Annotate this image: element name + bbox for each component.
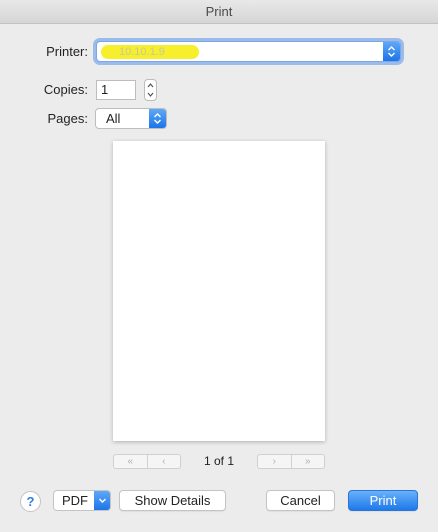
double-chevron-right-icon: » [304, 456, 311, 467]
cancel-button[interactable]: Cancel [266, 490, 335, 511]
printer-label: Printer: [46, 44, 88, 59]
window-title-bar: Print [0, 0, 438, 24]
copies-label: Copies: [43, 82, 88, 97]
pages-select[interactable]: All [95, 108, 167, 129]
up-down-chevron-icon [154, 113, 161, 124]
question-mark-icon: ? [26, 494, 35, 509]
copies-input[interactable]: 1 [96, 80, 136, 100]
preview-nav-forward-group: › » [257, 454, 325, 469]
pages-select-arrows[interactable] [149, 109, 166, 128]
pdf-menu-button[interactable]: PDF [53, 490, 111, 511]
last-page-button[interactable]: » [290, 455, 325, 468]
show-details-button[interactable]: Show Details [119, 490, 226, 511]
stepper-arrows-icon [147, 83, 154, 97]
pdf-label: PDF [62, 493, 88, 508]
print-button[interactable]: Print [348, 490, 418, 511]
pages-label: Pages: [47, 111, 88, 126]
print-preview-page [113, 141, 325, 441]
chevron-down-icon [98, 498, 106, 503]
printer-select-arrows[interactable] [383, 42, 400, 61]
help-button[interactable]: ? [20, 491, 41, 512]
pages-value: All [106, 111, 121, 126]
first-page-button[interactable]: « [114, 455, 147, 468]
page-indicator: 1 of 1 [203, 454, 235, 468]
chevron-left-icon: ‹ [162, 456, 166, 467]
previous-page-button[interactable]: ‹ [146, 455, 181, 468]
pdf-dropdown-arrow[interactable] [94, 491, 110, 510]
copies-stepper[interactable] [144, 79, 157, 101]
chevron-right-icon: › [272, 456, 276, 467]
next-page-button[interactable]: › [258, 455, 291, 468]
preview-nav-back-group: « ‹ [113, 454, 181, 469]
up-down-chevron-icon [388, 46, 395, 57]
window-title: Print [205, 4, 233, 19]
double-chevron-left-icon: « [127, 456, 134, 467]
printer-value: 10.10.1.9 [101, 45, 199, 59]
printer-select[interactable]: 10.10.1.9 [96, 41, 401, 62]
